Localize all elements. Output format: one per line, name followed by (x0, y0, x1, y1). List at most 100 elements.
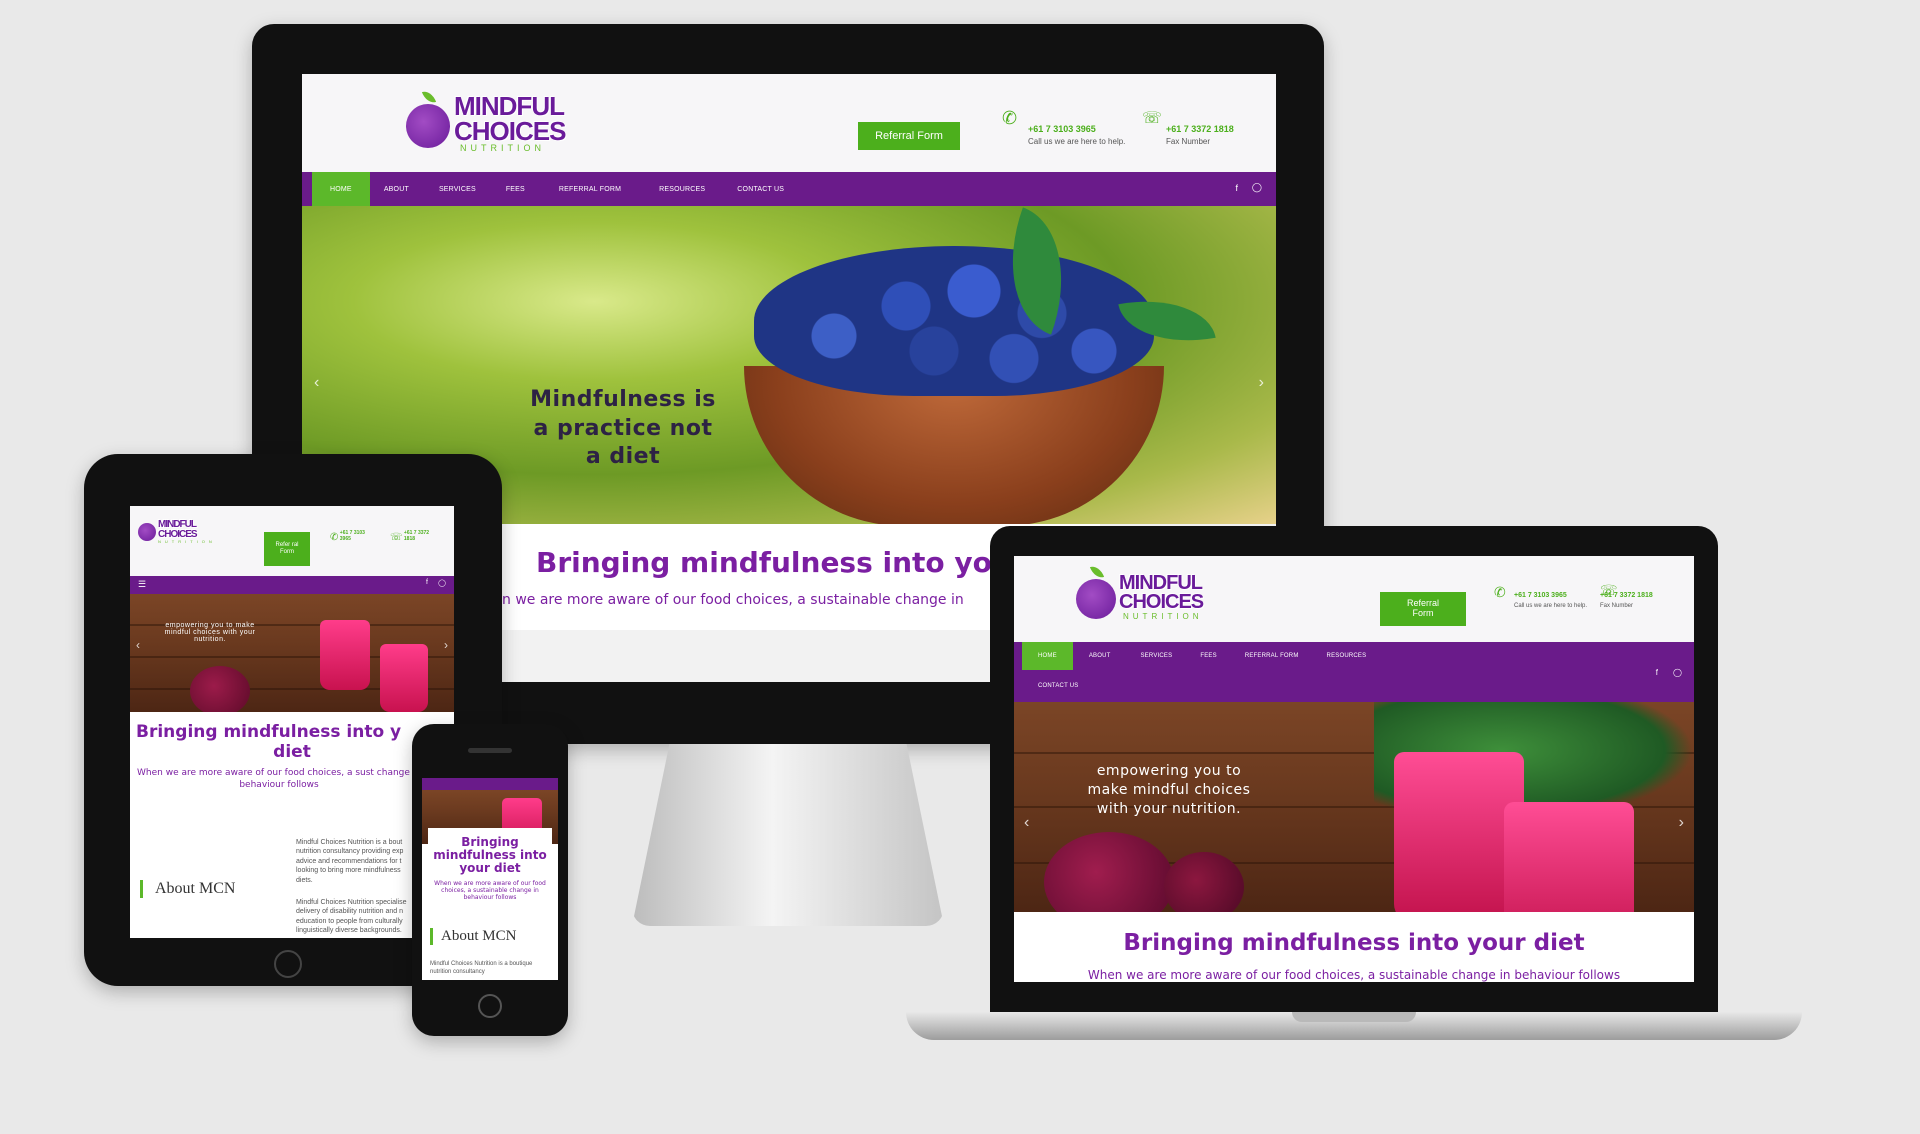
desktop-logo[interactable]: MINDFUL CHOICES NUTRITION (406, 84, 566, 153)
tablet-hero: empowering you to make mindful choices w… (130, 594, 454, 712)
phone-contact: ✆ +61 7 3103 3965 Call us we are here to… (1002, 108, 1126, 146)
laptop-fax: ☏ +61 7 3372 1818 Fax Number (1600, 582, 1653, 609)
hero-prev-arrow[interactable]: ‹ (314, 374, 319, 392)
phone-about-text: Mindful Choices Nutrition is a boutique … (430, 961, 533, 976)
phone-content-card: Bringing mindfulness into your diet When… (428, 828, 552, 912)
beet-image-2 (1164, 852, 1244, 912)
phone-headline: Bringing mindfulness into your diet (433, 835, 547, 876)
nav-referral-form[interactable]: REFERRAL FORM (1231, 642, 1313, 670)
nav-fees[interactable]: FEES (492, 172, 539, 206)
fax-icon: ☏ (1142, 110, 1163, 127)
nav-services[interactable]: SERVICES (423, 172, 492, 206)
hero-tagline: Mindfulness is a practice not a diet (530, 387, 716, 470)
fax-contact: ☏ +61 7 3372 1818 Fax Number (1142, 110, 1234, 146)
tablet-home-button[interactable] (274, 950, 302, 978)
tablet-phone: ✆ +61 7 3103 3965 (330, 530, 366, 543)
hero-next-arrow[interactable]: › (1259, 374, 1264, 392)
beet-juice-image-2 (1504, 802, 1634, 912)
brain-icon (406, 88, 450, 148)
nav-fees[interactable]: FEES (1186, 642, 1230, 670)
fax-icon: ☏ (390, 532, 403, 543)
laptop-notch (1292, 1012, 1416, 1022)
desktop-nav: HOME ABOUT SERVICES FEES REFERRAL FORM R… (302, 172, 1276, 206)
phone-caption: Call us we are here to help. (1028, 137, 1126, 146)
tablet-headline-l2: diet (273, 742, 311, 762)
phone-speaker (468, 748, 512, 753)
phone-icon: ✆ (1002, 108, 1018, 128)
desktop-subline: n we are more aware of our food choices,… (502, 592, 964, 608)
tablet-content-card: Bringing mindfulness into y diet When we… (130, 712, 454, 812)
brand-name-line1: MINDFUL (454, 91, 565, 121)
nav-resources[interactable]: RESOURCES (641, 172, 723, 206)
tablet-header: MINDFUL CHOICES NUTRITION Refer ral Form… (130, 506, 454, 576)
laptop-content-card: Bringing mindfulness into your diet When… (1036, 912, 1672, 982)
tablet-brand-line2: CHOICES (158, 528, 198, 540)
nav-services[interactable]: SERVICES (1126, 642, 1186, 670)
hamburger-menu-icon[interactable]: ☰ (138, 579, 146, 590)
laptop-brand-sub: NUTRITION (1123, 612, 1203, 621)
laptop-phone-number[interactable]: +61 7 3103 3965 (1514, 592, 1594, 599)
tablet-subline: When we are more aware of our food choic… (137, 768, 421, 790)
laptop-referral-button[interactable]: Referral Form (1380, 592, 1466, 626)
blueberries-image (754, 246, 1154, 396)
hero-next-arrow[interactable]: › (444, 638, 448, 652)
phone-subline: When we are more aware of our food choic… (434, 880, 546, 902)
beet-image (190, 666, 250, 712)
brain-icon (1076, 563, 1116, 619)
tablet-headline-l1: Bringing mindfulness into y (136, 722, 402, 742)
hero-prev-arrow[interactable]: ‹ (136, 638, 140, 652)
phone-nav (422, 778, 558, 790)
tablet-referral-button[interactable]: Refer ral Form (264, 532, 310, 566)
laptop-phone: ✆ +61 7 3103 3965 Call us we are here to… (1494, 584, 1594, 609)
brand-name-line2: CHOICES (454, 115, 566, 146)
fax-icon: ☏ (1600, 582, 1618, 598)
tablet-fax-number: +61 7 3372 1818 (403, 530, 430, 542)
nav-referral-form[interactable]: REFERRAL FORM (539, 172, 641, 206)
nav-home[interactable]: HOME (312, 172, 370, 206)
beet-juice-image-2 (380, 644, 428, 712)
nav-resources[interactable]: RESOURCES (1313, 642, 1381, 670)
tablet-phone-number[interactable]: +61 7 3103 3965 (340, 530, 366, 542)
nav-contact-us[interactable]: CONTACT US (1022, 672, 1694, 700)
facebook-icon[interactable]: f (426, 579, 428, 586)
instagram-icon[interactable]: ◯ (1252, 182, 1262, 193)
nav-home[interactable]: HOME (1022, 642, 1073, 670)
nav-about[interactable]: ABOUT (1073, 642, 1127, 670)
phone-icon: ✆ (330, 532, 339, 543)
laptop-brand-line2: CHOICES (1119, 591, 1204, 613)
phone-number[interactable]: +61 7 3103 3965 (1028, 124, 1125, 134)
referral-form-button[interactable]: Referral Form (858, 122, 960, 150)
laptop-nav: HOME ABOUT SERVICES FEES REFERRAL FORM R… (1014, 642, 1694, 702)
instagram-icon[interactable]: ◯ (1673, 668, 1682, 677)
laptop-logo[interactable]: MINDFUL CHOICES NUTRITION (1076, 562, 1204, 621)
laptop-header: MINDFUL CHOICES NUTRITION Referral Form … (1014, 556, 1694, 642)
desktop-header: MINDFUL CHOICES NUTRITION Referral Form … (302, 74, 1276, 172)
nav-about[interactable]: ABOUT (370, 172, 423, 206)
phone-icon: ✆ (1494, 584, 1506, 600)
hero-next-arrow[interactable]: › (1679, 814, 1684, 832)
facebook-icon[interactable]: f (1235, 183, 1238, 193)
tablet-screen: MINDFUL CHOICES NUTRITION Refer ral Form… (130, 506, 454, 938)
laptop-device: MINDFUL CHOICES NUTRITION Referral Form … (990, 526, 1718, 1020)
phone-about-title: About MCN (430, 928, 516, 945)
instagram-icon[interactable]: ◯ (438, 579, 446, 587)
tablet-about-text-1: Mindful Choices Nutrition is a bout nutr… (296, 839, 404, 884)
phone-screen: Bringing mindfulness into your diet When… (422, 778, 558, 980)
phone-device: Bringing mindfulness into your diet When… (412, 724, 568, 1036)
facebook-icon[interactable]: f (1656, 668, 1658, 677)
tablet-logo[interactable]: MINDFUL CHOICES NUTRITION (138, 520, 216, 544)
laptop-subline: When we are more aware of our food choic… (1087, 968, 1621, 982)
phone-home-button[interactable] (478, 994, 502, 1018)
laptop-hero-tagline: empowering you to make mindful choices w… (1087, 763, 1251, 817)
tablet-fax: ☏ +61 7 3372 1818 (390, 530, 430, 543)
tablet-hero-tagline: empowering you to make mindful choices w… (164, 622, 256, 643)
nav-contact-us[interactable]: CONTACT US (723, 172, 798, 206)
monitor-stand (632, 744, 944, 926)
laptop-headline: Bringing mindfulness into your diet (1123, 930, 1585, 956)
beet-image (1044, 832, 1174, 912)
fax-caption: Fax Number (1166, 137, 1211, 146)
hero-prev-arrow[interactable]: ‹ (1024, 814, 1029, 832)
tablet-brand-sub: NUTRITION (158, 539, 216, 544)
tablet-nav: ☰ f ◯ (130, 576, 454, 594)
beet-juice-image (320, 620, 370, 690)
